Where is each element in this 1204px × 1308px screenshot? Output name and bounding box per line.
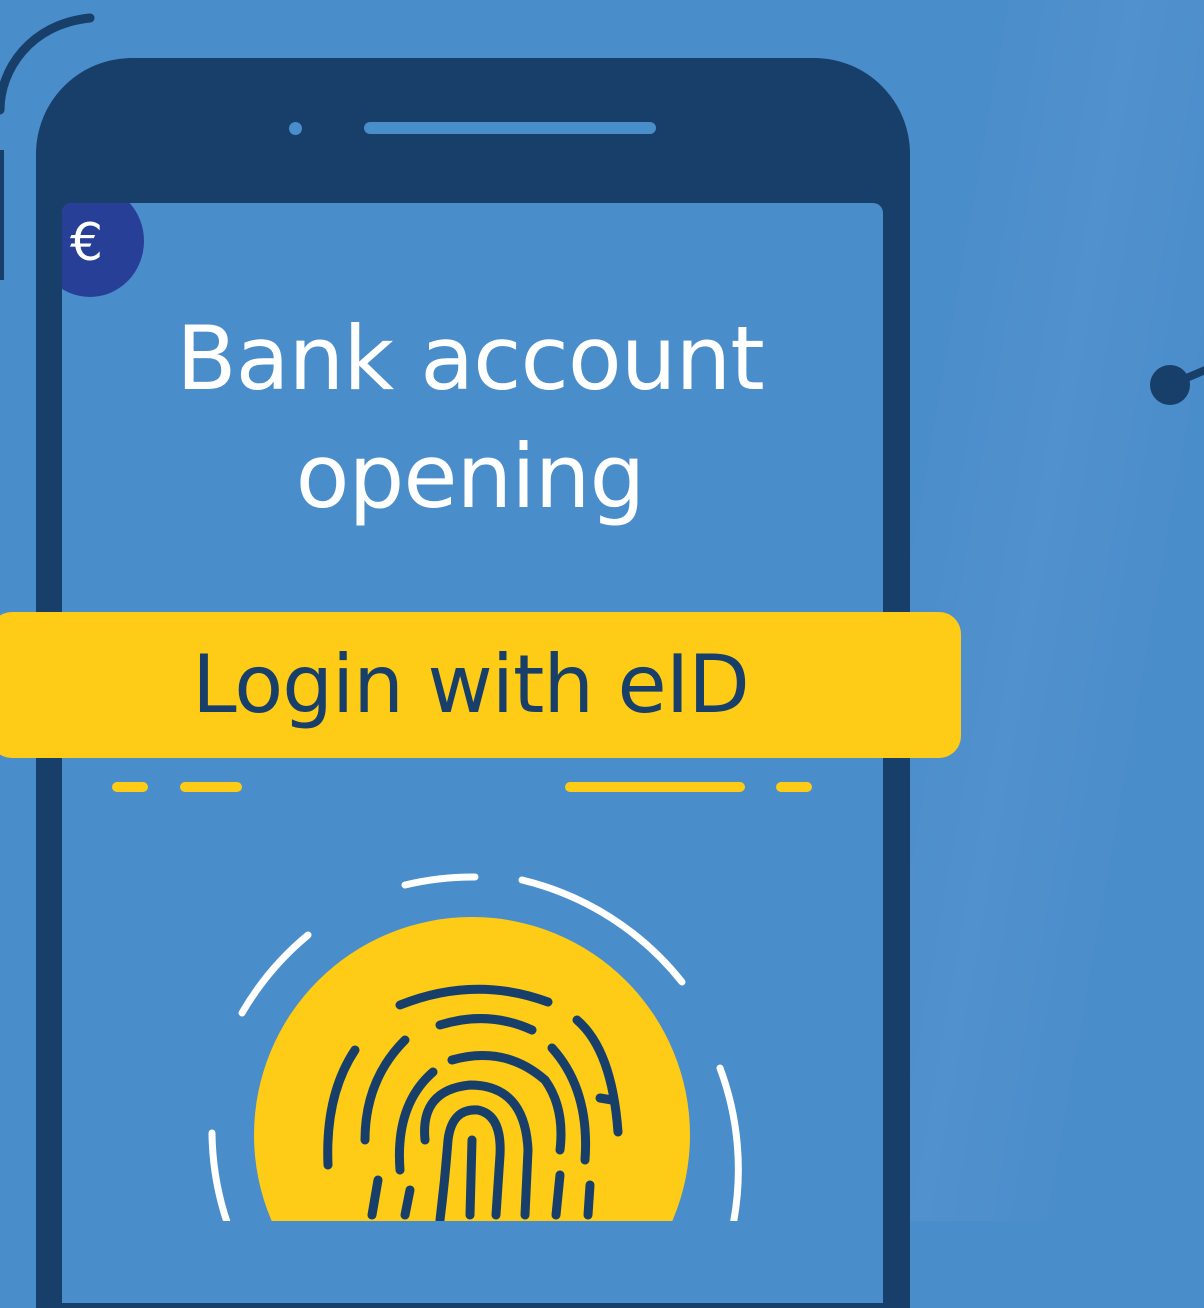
fingerprint-scanner[interactable] [0, 0, 1204, 1221]
